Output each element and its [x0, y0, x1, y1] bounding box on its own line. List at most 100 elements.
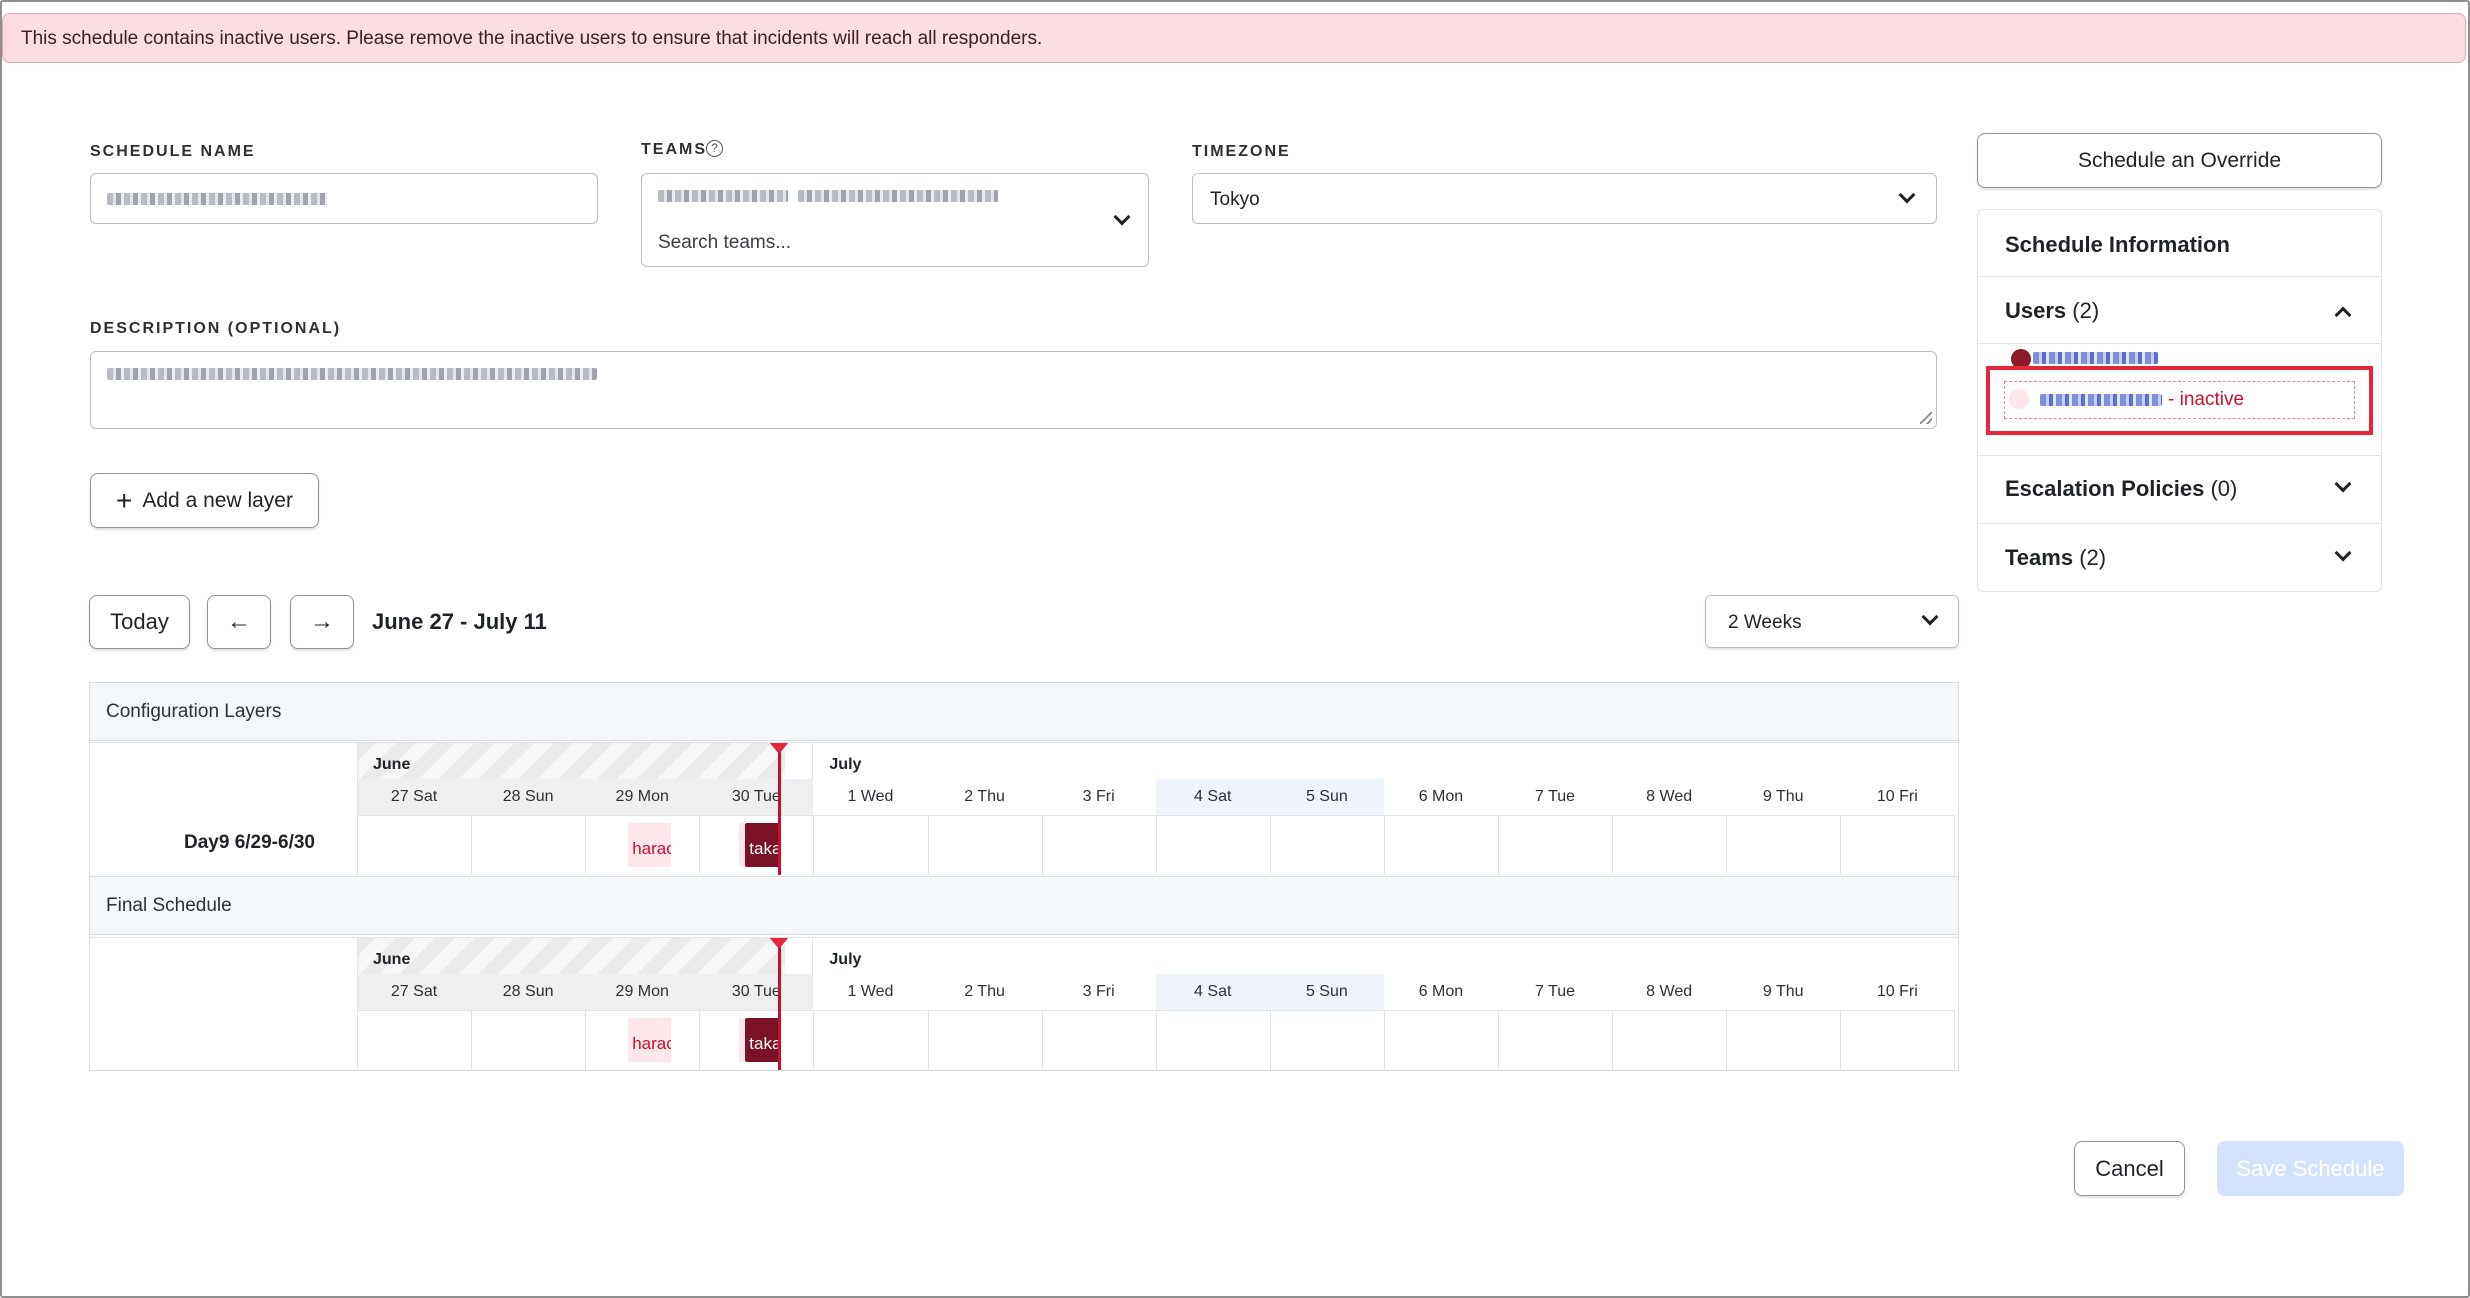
day-cell[interactable] — [1041, 1010, 1156, 1070]
save-schedule-button[interactable]: Save Schedule — [2217, 1141, 2404, 1196]
add-new-layer-label: Add a new layer — [142, 488, 293, 512]
day-cell[interactable] — [357, 815, 472, 875]
day-header: 27 Sat — [357, 974, 472, 1010]
day-cell[interactable] — [927, 815, 1042, 875]
chevron-down-icon[interactable] — [2334, 475, 2352, 493]
layer-name: Day9 6/29-6/30 — [184, 832, 315, 853]
day-cell[interactable] — [1726, 815, 1841, 875]
day-cell[interactable] — [1269, 1010, 1384, 1070]
teams-multiselect[interactable]: Search teams... — [641, 173, 1149, 267]
day-cell[interactable] — [1840, 1010, 1955, 1070]
day-header: 5 Sun — [1269, 974, 1384, 1010]
teams-title-text: Teams — [2005, 545, 2074, 570]
day-cell[interactable] — [1155, 1010, 1270, 1070]
day-cell[interactable] — [471, 1010, 586, 1070]
team-chip-1[interactable] — [658, 190, 788, 202]
day-cell[interactable] — [1383, 815, 1498, 875]
grid-line — [357, 742, 358, 852]
day-cell[interactable] — [1383, 1010, 1498, 1070]
resize-handle-icon[interactable] — [1920, 412, 1932, 424]
grid-line — [357, 937, 358, 1047]
inactive-label: - inactive — [2168, 389, 2245, 410]
day-cell[interactable] — [1498, 1010, 1613, 1070]
divider — [89, 937, 1959, 938]
month-label-june: June — [373, 951, 411, 968]
day-header: 7 Tue — [1498, 779, 1613, 815]
day-cell[interactable] — [471, 815, 586, 875]
day-cell[interactable] — [357, 1010, 472, 1070]
day-cell[interactable] — [1612, 815, 1727, 875]
day-header: 5 Sun — [1269, 779, 1384, 815]
escalation-policies-section-header[interactable]: Escalation Policies (0) — [1978, 455, 2381, 523]
chevron-down-icon[interactable] — [1921, 608, 1939, 626]
chevron-up-icon[interactable] — [2334, 306, 2352, 324]
timezone-label: TIMEZONE — [1192, 143, 1291, 160]
current-time-marker-icon — [769, 937, 790, 949]
past-period-hatch — [357, 937, 785, 974]
chevron-down-icon[interactable] — [2334, 544, 2352, 562]
description-label: DESCRIPTION (OPTIONAL) — [90, 320, 342, 337]
escalation-title-text: Escalation Policies — [2005, 476, 2205, 501]
day-header: 8 Wed — [1612, 779, 1727, 815]
users-count: (2) — [2072, 298, 2100, 323]
previous-arrow-icon[interactable]: ← — [207, 595, 271, 649]
configuration-layers-header: Configuration Layers — [89, 682, 1959, 741]
day-cell[interactable] — [813, 815, 928, 875]
shift-block[interactable]: harac — [628, 1018, 672, 1062]
day-header: 29 Mon — [585, 974, 700, 1010]
shift-block[interactable]: taka — [745, 1018, 779, 1062]
shift-block[interactable]: taka — [745, 823, 779, 867]
range-select[interactable]: 2 Weeks — [1705, 595, 1959, 648]
current-time-line — [778, 937, 782, 1070]
range-select-value: 2 Weeks — [1728, 612, 1802, 633]
schedule-name-label: SCHEDULE NAME — [90, 143, 256, 160]
escalation-policies-title: Escalation Policies (0) — [2005, 476, 2237, 502]
teams-section-header[interactable]: Teams (2) — [1978, 523, 2381, 591]
inactive-user-row[interactable]: - inactive — [2004, 381, 2355, 419]
day-cell[interactable] — [1155, 815, 1270, 875]
active-user-name[interactable] — [2033, 352, 2158, 364]
day-cell[interactable] — [813, 1010, 928, 1070]
grid-line — [1954, 1010, 1956, 1070]
shift-block[interactable]: harac — [628, 823, 672, 867]
day-cell[interactable] — [1840, 815, 1955, 875]
day-header: 3 Fri — [1041, 974, 1156, 1010]
teams-label: TEAMS — [641, 141, 707, 158]
teams-count: (2) — [2079, 545, 2107, 570]
users-list: - inactive — [1978, 343, 2381, 455]
grid-line — [1954, 815, 1956, 875]
month-label-june: June — [373, 756, 411, 773]
day-cell[interactable] — [1041, 815, 1156, 875]
team-chip-2[interactable] — [798, 190, 998, 202]
day-cell[interactable] — [1269, 815, 1384, 875]
timezone-select[interactable]: Tokyo — [1192, 173, 1937, 224]
day-cell[interactable] — [1726, 1010, 1841, 1070]
cancel-button[interactable]: Cancel — [2074, 1141, 2185, 1196]
day-header: 8 Wed — [1612, 974, 1727, 1010]
day-cell[interactable] — [1612, 1010, 1727, 1070]
day-cell[interactable] — [927, 1010, 1042, 1070]
divider — [89, 742, 1959, 743]
teams-section-title: Teams (2) — [2005, 545, 2106, 571]
final-schedule-header: Final Schedule — [89, 876, 1959, 935]
redacted-description — [107, 368, 597, 380]
schedule-override-button[interactable]: Schedule an Override — [1977, 133, 2382, 188]
day-cell[interactable] — [1498, 815, 1613, 875]
help-icon[interactable]: ? — [706, 140, 723, 157]
add-new-layer-button[interactable]: + Add a new layer — [90, 473, 319, 528]
inactive-user-avatar — [2009, 389, 2029, 409]
month-label-july: July — [829, 951, 862, 968]
day-header: 9 Thu — [1726, 779, 1841, 815]
chevron-down-icon[interactable] — [1898, 186, 1916, 204]
teams-search-placeholder[interactable]: Search teams... — [658, 232, 791, 254]
inactive-user-name[interactable] — [2040, 394, 2162, 406]
schedule-name-input[interactable] — [90, 173, 598, 224]
description-textarea[interactable] — [90, 351, 1937, 429]
day-header: 7 Tue — [1498, 974, 1613, 1010]
chevron-down-icon[interactable] — [1113, 208, 1131, 226]
users-section-header[interactable]: Users (2) — [1978, 276, 2381, 343]
current-time-marker-icon — [769, 742, 790, 754]
day-header: 4 Sat — [1155, 779, 1270, 815]
next-arrow-icon[interactable]: → — [290, 595, 354, 649]
today-button[interactable]: Today — [89, 595, 190, 649]
